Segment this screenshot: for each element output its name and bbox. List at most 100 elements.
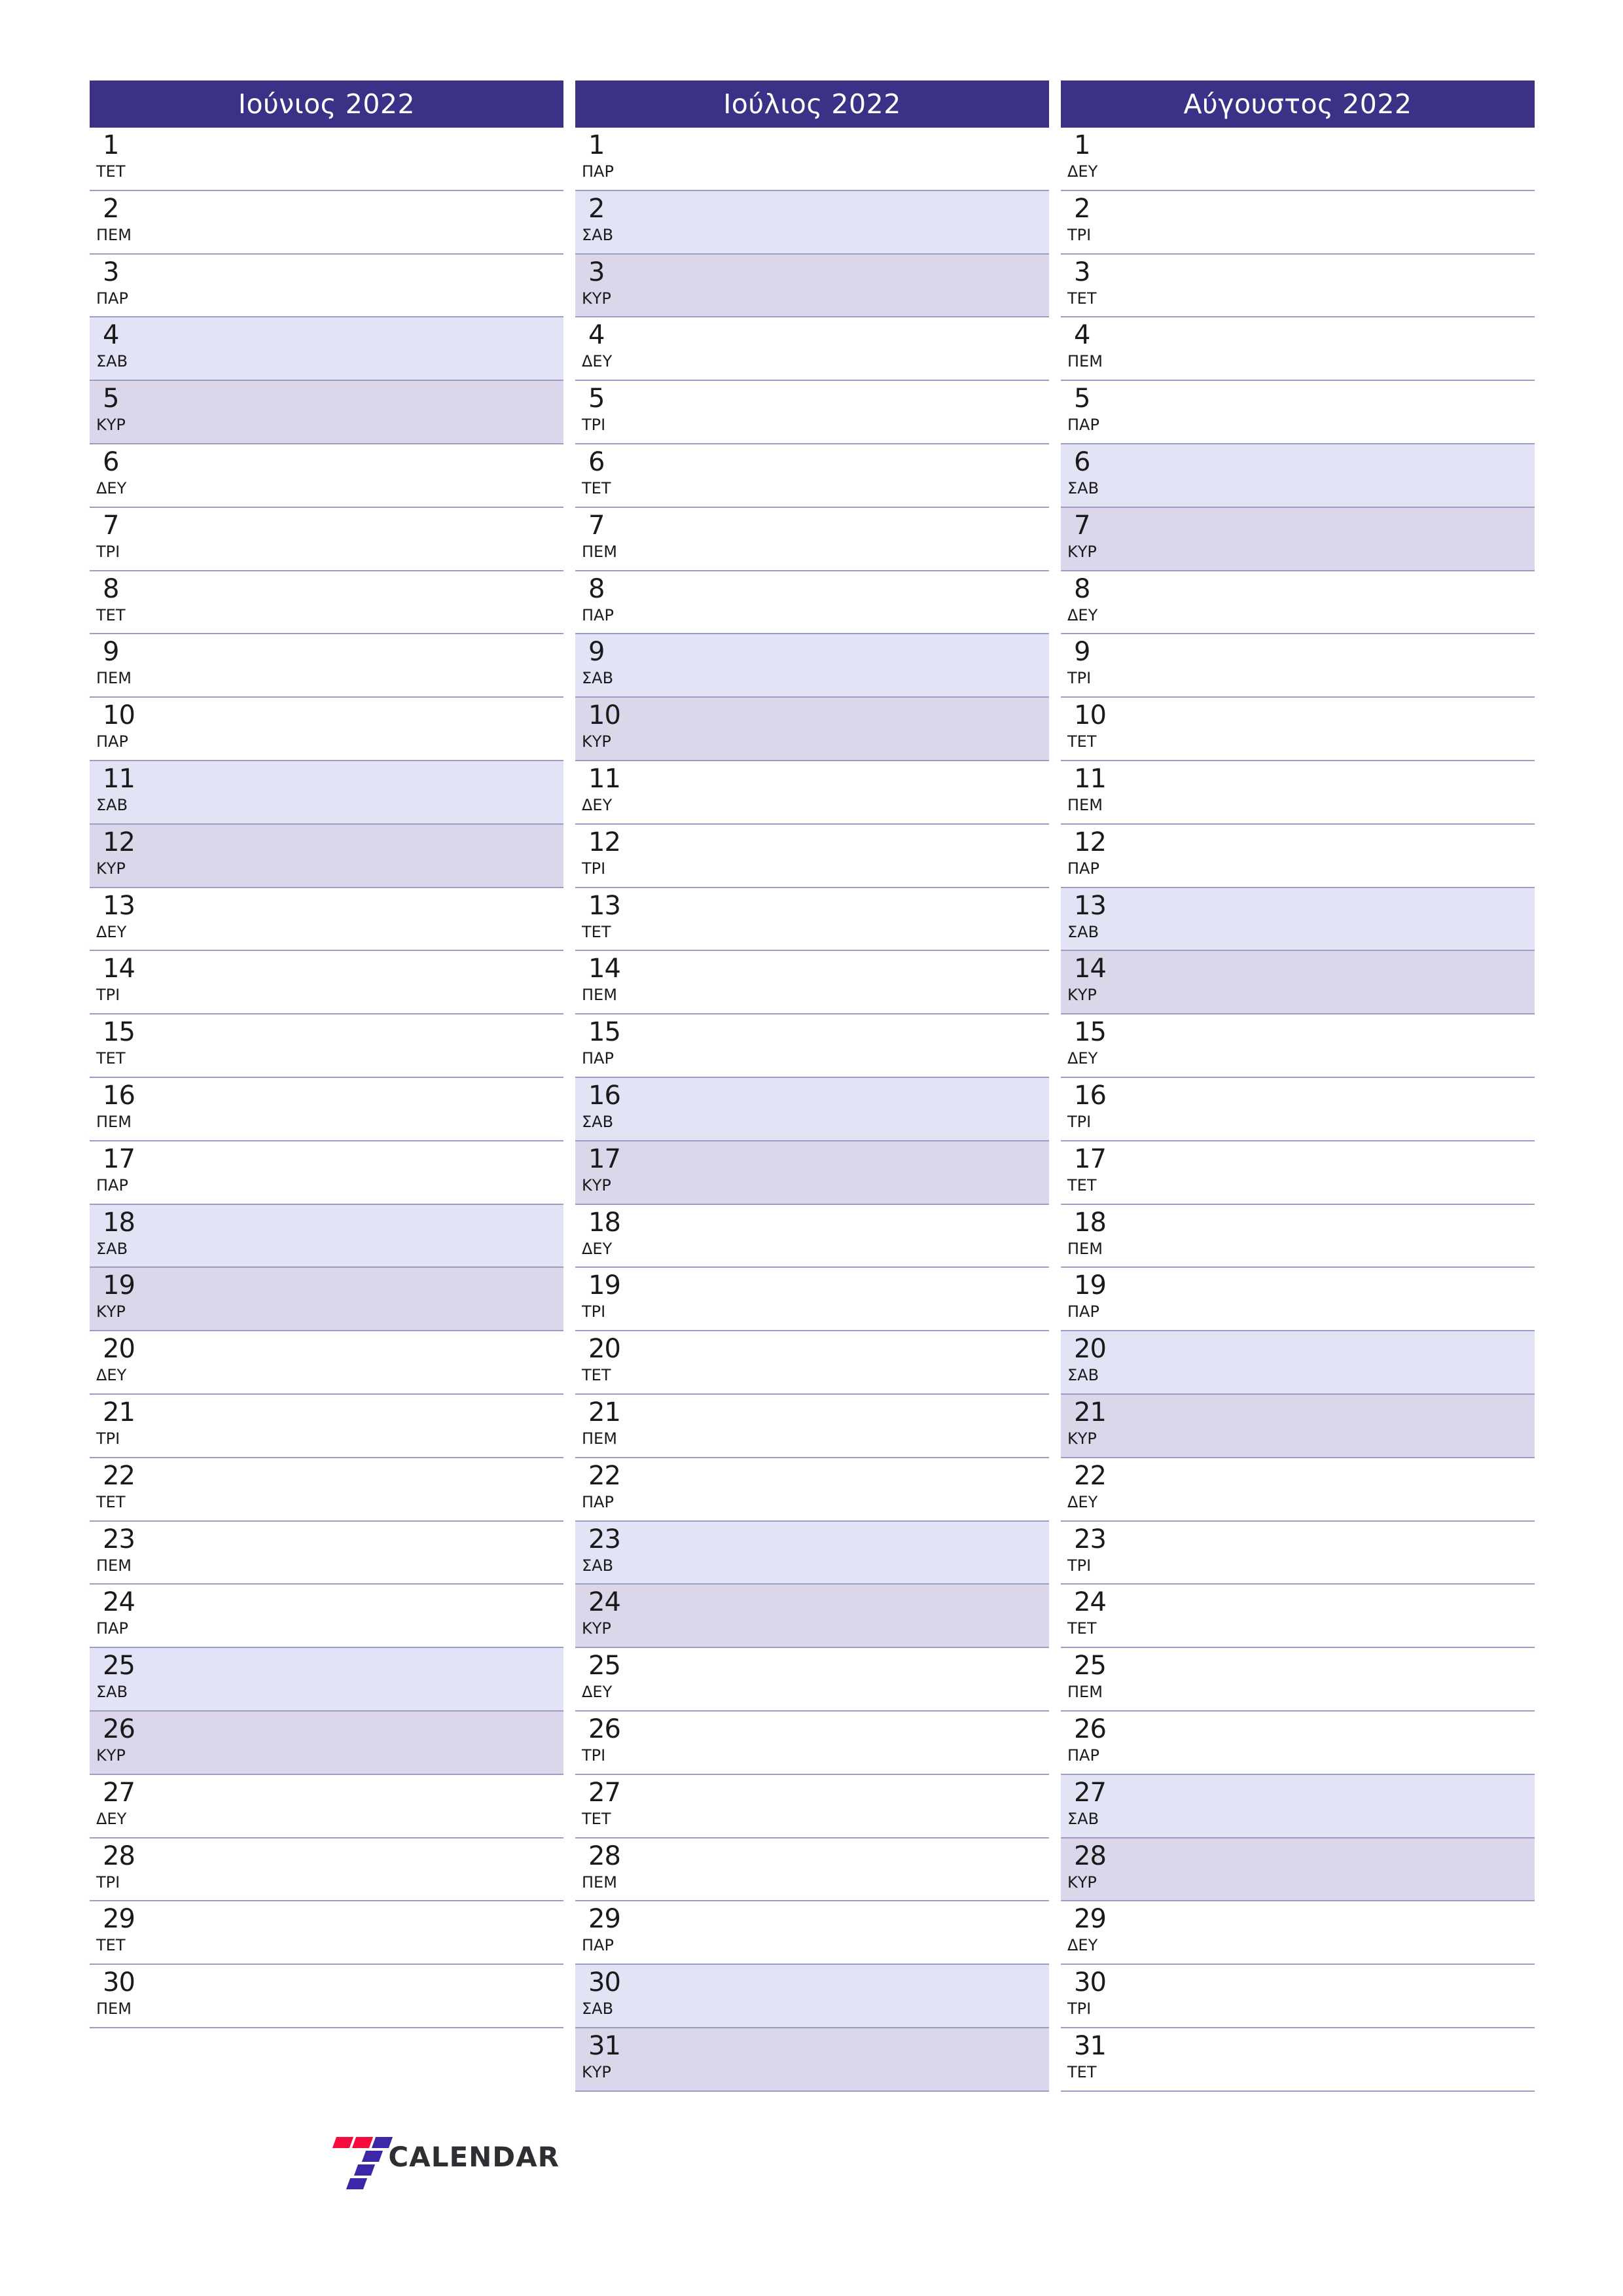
day-cell[interactable]: 21 ΚΥΡ <box>1061 1394 1535 1458</box>
day-cell[interactable]: 8 ΠΑΡ <box>575 571 1049 635</box>
day-cell[interactable]: 30 ΠΕΜ <box>90 1965 563 2028</box>
day-weekday-label: ΠΑΡ <box>96 732 128 751</box>
day-cell[interactable]: 23 ΣΑΒ <box>575 1521 1049 1585</box>
day-cell[interactable]: 25 ΣΑΒ <box>90 1648 563 1712</box>
day-cell[interactable]: 14 ΠΕΜ <box>575 951 1049 1015</box>
day-cell[interactable]: 12 ΤΡΙ <box>575 824 1049 888</box>
day-cell[interactable]: 9 ΤΡΙ <box>1061 634 1535 698</box>
day-cell[interactable]: 1 ΔΕΥ <box>1061 128 1535 191</box>
day-cell[interactable]: 16 ΠΕΜ <box>90 1077 563 1141</box>
day-cell[interactable]: 9 ΣΑΒ <box>575 634 1049 698</box>
day-cell[interactable]: 16 ΣΑΒ <box>575 1077 1049 1141</box>
day-cell[interactable]: 2 ΣΑΒ <box>575 190 1049 255</box>
day-number: 4 <box>1074 320 1090 351</box>
day-cell[interactable]: 19 ΚΥΡ <box>90 1268 563 1332</box>
day-cell[interactable]: 7 ΠΕΜ <box>575 507 1049 571</box>
day-cell[interactable]: 8 ΔΕΥ <box>1061 571 1535 635</box>
day-cell[interactable]: 27 ΔΕΥ <box>90 1774 563 1839</box>
day-cell[interactable]: 24 ΠΑΡ <box>90 1585 563 1649</box>
day-number: 24 <box>1074 1587 1107 1618</box>
day-cell[interactable]: 23 ΤΡΙ <box>1061 1521 1535 1585</box>
day-cell[interactable]: 29 ΤΕΤ <box>90 1901 563 1965</box>
day-cell[interactable]: 24 ΚΥΡ <box>575 1585 1049 1649</box>
day-cell[interactable]: 9 ΠΕΜ <box>90 634 563 698</box>
day-cell[interactable]: 25 ΠΕΜ <box>1061 1648 1535 1712</box>
day-weekday-label: ΔΕΥ <box>582 795 613 814</box>
day-cell[interactable]: 15 ΔΕΥ <box>1061 1014 1535 1078</box>
day-cell[interactable]: 13 ΤΕΤ <box>575 888 1049 952</box>
day-cell[interactable]: 4 ΠΕΜ <box>1061 317 1535 382</box>
day-cell[interactable]: 27 ΣΑΒ <box>1061 1774 1535 1839</box>
day-cell[interactable]: 5 ΠΑΡ <box>1061 381 1535 444</box>
day-cell[interactable]: 3 ΤΕΤ <box>1061 254 1535 318</box>
day-cell[interactable]: 7 ΤΡΙ <box>90 507 563 571</box>
day-cell[interactable]: 24 ΤΕΤ <box>1061 1585 1535 1649</box>
day-cell[interactable]: 17 ΠΑΡ <box>90 1141 563 1205</box>
day-cell[interactable]: 12 ΠΑΡ <box>1061 824 1535 888</box>
day-cell[interactable]: 13 ΔΕΥ <box>90 888 563 952</box>
day-cell[interactable]: 28 ΠΕΜ <box>575 1838 1049 1902</box>
day-cell[interactable]: 6 ΣΑΒ <box>1061 444 1535 508</box>
day-cell[interactable]: 11 ΔΕΥ <box>575 761 1049 825</box>
day-cell[interactable]: 15 ΠΑΡ <box>575 1014 1049 1078</box>
day-cell[interactable]: 26 ΚΥΡ <box>90 1711 563 1775</box>
day-cell[interactable]: 8 ΤΕΤ <box>90 571 563 635</box>
day-cell[interactable]: 11 ΠΕΜ <box>1061 761 1535 825</box>
day-cell[interactable]: 10 ΚΥΡ <box>575 698 1049 761</box>
day-cell[interactable]: 21 ΤΡΙ <box>90 1394 563 1458</box>
day-cell[interactable]: 31 ΚΥΡ <box>575 2028 1049 2092</box>
day-cell[interactable]: 18 ΣΑΒ <box>90 1204 563 1268</box>
day-cell[interactable]: 3 ΠΑΡ <box>90 254 563 318</box>
day-cell[interactable]: 2 ΤΡΙ <box>1061 190 1535 255</box>
day-cell[interactable]: 21 ΠΕΜ <box>575 1394 1049 1458</box>
day-cell[interactable]: 20 ΤΕΤ <box>575 1331 1049 1395</box>
day-cell[interactable]: 27 ΤΕΤ <box>575 1774 1049 1839</box>
day-cell[interactable]: 28 ΤΡΙ <box>90 1838 563 1902</box>
day-cell[interactable]: 14 ΚΥΡ <box>1061 951 1535 1015</box>
day-cell[interactable]: 4 ΣΑΒ <box>90 317 563 382</box>
day-cell[interactable]: 7 ΚΥΡ <box>1061 507 1535 571</box>
day-cell[interactable]: 18 ΔΕΥ <box>575 1204 1049 1268</box>
day-cell[interactable]: 13 ΣΑΒ <box>1061 888 1535 952</box>
day-cell[interactable]: 19 ΤΡΙ <box>575 1268 1049 1332</box>
day-cell[interactable]: 2 ΠΕΜ <box>90 190 563 255</box>
day-cell[interactable]: 4 ΔΕΥ <box>575 317 1049 382</box>
day-cell[interactable]: 23 ΠΕΜ <box>90 1521 563 1585</box>
day-cell[interactable]: 5 ΚΥΡ <box>90 381 563 444</box>
day-cell[interactable]: 1 ΠΑΡ <box>575 128 1049 191</box>
day-cell[interactable]: 25 ΔΕΥ <box>575 1648 1049 1712</box>
day-cell[interactable]: 10 ΤΕΤ <box>1061 698 1535 761</box>
day-cell[interactable]: 31 ΤΕΤ <box>1061 2028 1535 2092</box>
day-cell[interactable]: 20 ΣΑΒ <box>1061 1331 1535 1395</box>
day-cell[interactable]: 26 ΠΑΡ <box>1061 1711 1535 1775</box>
day-cell[interactable]: 22 ΔΕΥ <box>1061 1458 1535 1522</box>
day-cell[interactable]: 14 ΤΡΙ <box>90 951 563 1015</box>
day-number: 5 <box>1074 384 1090 414</box>
day-cell[interactable]: 11 ΣΑΒ <box>90 761 563 825</box>
day-cell[interactable]: 19 ΠΑΡ <box>1061 1268 1535 1332</box>
day-number: 2 <box>103 193 119 224</box>
day-cell[interactable]: 29 ΠΑΡ <box>575 1901 1049 1965</box>
day-cell[interactable]: 5 ΤΡΙ <box>575 381 1049 444</box>
day-cell[interactable]: 26 ΤΡΙ <box>575 1711 1049 1775</box>
day-cell[interactable]: 15 ΤΕΤ <box>90 1014 563 1078</box>
day-weekday-label: ΠΕΜ <box>582 542 617 561</box>
day-cell[interactable]: 29 ΔΕΥ <box>1061 1901 1535 1965</box>
day-number: 14 <box>103 954 135 984</box>
day-cell[interactable]: 17 ΤΕΤ <box>1061 1141 1535 1205</box>
day-cell[interactable]: 28 ΚΥΡ <box>1061 1838 1535 1902</box>
day-cell[interactable]: 30 ΣΑΒ <box>575 1965 1049 2028</box>
day-cell[interactable]: 18 ΠΕΜ <box>1061 1204 1535 1268</box>
day-cell[interactable]: 10 ΠΑΡ <box>90 698 563 761</box>
day-cell[interactable]: 30 ΤΡΙ <box>1061 1965 1535 2028</box>
day-cell[interactable]: 20 ΔΕΥ <box>90 1331 563 1395</box>
day-cell[interactable]: 12 ΚΥΡ <box>90 824 563 888</box>
day-cell[interactable]: 3 ΚΥΡ <box>575 254 1049 318</box>
day-cell[interactable]: 22 ΤΕΤ <box>90 1458 563 1522</box>
day-cell[interactable]: 6 ΔΕΥ <box>90 444 563 508</box>
day-cell[interactable]: 1 ΤΕΤ <box>90 128 563 191</box>
day-cell[interactable]: 22 ΠΑΡ <box>575 1458 1049 1522</box>
day-cell[interactable]: 6 ΤΕΤ <box>575 444 1049 508</box>
day-cell[interactable]: 16 ΤΡΙ <box>1061 1077 1535 1141</box>
day-cell[interactable]: 17 ΚΥΡ <box>575 1141 1049 1205</box>
